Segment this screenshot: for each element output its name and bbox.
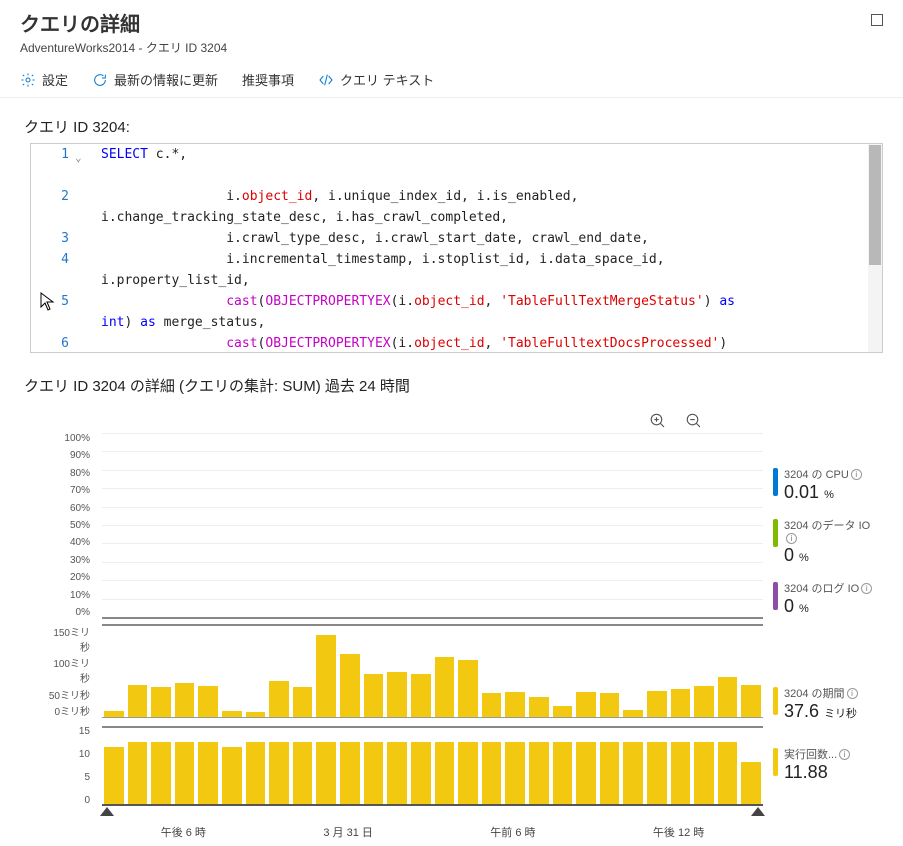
info-icon[interactable]: i bbox=[847, 688, 858, 699]
exec-count-chart[interactable]: 151050 bbox=[52, 726, 763, 806]
bar[interactable] bbox=[694, 686, 714, 717]
settings-button[interactable]: 設定 bbox=[20, 70, 68, 89]
bar[interactable] bbox=[435, 657, 455, 717]
bar[interactable] bbox=[458, 742, 478, 804]
bar[interactable] bbox=[269, 681, 289, 717]
bar[interactable] bbox=[293, 742, 313, 804]
bar[interactable] bbox=[222, 711, 242, 717]
bar[interactable] bbox=[316, 635, 336, 717]
bar[interactable] bbox=[104, 711, 124, 717]
page-title: クエリの詳細 bbox=[20, 8, 227, 37]
bar[interactable] bbox=[600, 742, 620, 804]
refresh-button[interactable]: 最新の情報に更新 bbox=[92, 70, 218, 89]
bar[interactable] bbox=[671, 742, 691, 804]
range-start-handle[interactable] bbox=[100, 807, 114, 816]
info-icon[interactable]: i bbox=[786, 533, 797, 544]
duration-chart[interactable]: 150ミリ秒100ミリ秒50ミリ秒0ミリ秒 bbox=[52, 624, 763, 718]
bar[interactable] bbox=[458, 660, 478, 717]
bar[interactable] bbox=[198, 742, 218, 804]
bar[interactable] bbox=[741, 685, 761, 717]
bar[interactable] bbox=[151, 687, 171, 717]
bar[interactable] bbox=[246, 712, 266, 717]
editor-scrollthumb[interactable] bbox=[869, 145, 881, 265]
gear-icon bbox=[20, 72, 36, 88]
bar[interactable] bbox=[671, 689, 691, 717]
bar[interactable] bbox=[553, 706, 573, 717]
bar[interactable] bbox=[340, 742, 360, 804]
bar[interactable] bbox=[198, 686, 218, 717]
code-icon bbox=[318, 72, 334, 88]
x-tick: 午後 6 時 bbox=[161, 824, 206, 840]
bar[interactable] bbox=[482, 693, 502, 717]
zoom-in-icon[interactable] bbox=[649, 412, 667, 430]
refresh-icon bbox=[92, 72, 108, 88]
legend: 3204 の CPUi 0.01 % 3204 のデータ IOi 0 % 320… bbox=[773, 410, 883, 840]
bar[interactable] bbox=[647, 742, 667, 804]
bar[interactable] bbox=[364, 674, 384, 717]
recommend-button[interactable]: 推奨事項 bbox=[242, 70, 294, 89]
bar[interactable] bbox=[364, 742, 384, 804]
info-icon[interactable]: i bbox=[839, 749, 850, 760]
bar[interactable] bbox=[269, 742, 289, 804]
legend-exec[interactable]: 実行回数...i 11.88 bbox=[773, 746, 883, 783]
editor-gutter: 123456 bbox=[31, 144, 87, 352]
bar[interactable] bbox=[411, 742, 431, 804]
bar[interactable] bbox=[246, 742, 266, 804]
bar[interactable] bbox=[175, 683, 195, 717]
bar[interactable] bbox=[104, 747, 124, 804]
bar[interactable] bbox=[316, 742, 336, 804]
percent-chart[interactable]: 100%90%80%70%60%50%40%30%20%10%0% bbox=[52, 433, 763, 618]
bar[interactable] bbox=[387, 672, 407, 717]
query-id-label: クエリ ID 3204: bbox=[0, 98, 903, 143]
sql-editor[interactable]: 123456 ⌄ SELECT c.*, i.object_id, i.uniq… bbox=[30, 143, 883, 353]
x-tick: 午後 12 時 bbox=[653, 824, 704, 840]
editor-scrollbar[interactable] bbox=[868, 144, 882, 352]
bar[interactable] bbox=[151, 742, 171, 804]
x-tick: 3 月 31 日 bbox=[323, 824, 373, 840]
page-subtitle: AdventureWorks2014 - クエリ ID 3204 bbox=[20, 39, 227, 56]
bar[interactable] bbox=[694, 742, 714, 804]
legend-duration[interactable]: 3204 の期間i 37.6 ミリ秒 bbox=[773, 685, 883, 722]
info-icon[interactable]: i bbox=[851, 469, 862, 480]
bar[interactable] bbox=[128, 742, 148, 804]
detail-section-label: クエリ ID 3204 の詳細 (クエリの集計: SUM) 過去 24 時間 bbox=[0, 353, 903, 402]
bar[interactable] bbox=[576, 692, 596, 717]
legend-dataio[interactable]: 3204 のデータ IOi 0 % bbox=[773, 517, 883, 566]
bar[interactable] bbox=[623, 742, 643, 804]
zoom-out-icon[interactable] bbox=[685, 412, 703, 430]
bar[interactable] bbox=[718, 742, 738, 804]
info-icon[interactable]: i bbox=[861, 583, 872, 594]
bar[interactable] bbox=[718, 677, 738, 717]
querytext-button[interactable]: クエリ テキスト bbox=[318, 70, 434, 89]
maximize-icon[interactable] bbox=[871, 14, 883, 26]
bar[interactable] bbox=[435, 742, 455, 804]
bar[interactable] bbox=[529, 697, 549, 717]
range-end-handle[interactable] bbox=[751, 807, 765, 816]
bar[interactable] bbox=[222, 747, 242, 804]
bar[interactable] bbox=[505, 742, 525, 804]
legend-cpu[interactable]: 3204 の CPUi 0.01 % bbox=[773, 466, 883, 503]
bar[interactable] bbox=[482, 742, 502, 804]
bar[interactable] bbox=[340, 654, 360, 717]
bar[interactable] bbox=[128, 685, 148, 717]
bar[interactable] bbox=[576, 742, 596, 804]
bar[interactable] bbox=[175, 742, 195, 804]
bar[interactable] bbox=[647, 691, 667, 717]
fold-icon[interactable]: ⌄ bbox=[75, 147, 82, 168]
bar[interactable] bbox=[600, 693, 620, 717]
bar[interactable] bbox=[387, 742, 407, 804]
bar[interactable] bbox=[411, 674, 431, 717]
bar[interactable] bbox=[741, 762, 761, 804]
bar[interactable] bbox=[623, 710, 643, 717]
bar[interactable] bbox=[553, 742, 573, 804]
bar[interactable] bbox=[505, 692, 525, 717]
x-tick: 午前 6 時 bbox=[490, 824, 535, 840]
legend-logio[interactable]: 3204 のログ IOi 0 % bbox=[773, 580, 883, 617]
toolbar: 設定 最新の情報に更新 推奨事項 クエリ テキスト bbox=[0, 64, 903, 98]
bar[interactable] bbox=[293, 687, 313, 717]
bar[interactable] bbox=[529, 742, 549, 804]
